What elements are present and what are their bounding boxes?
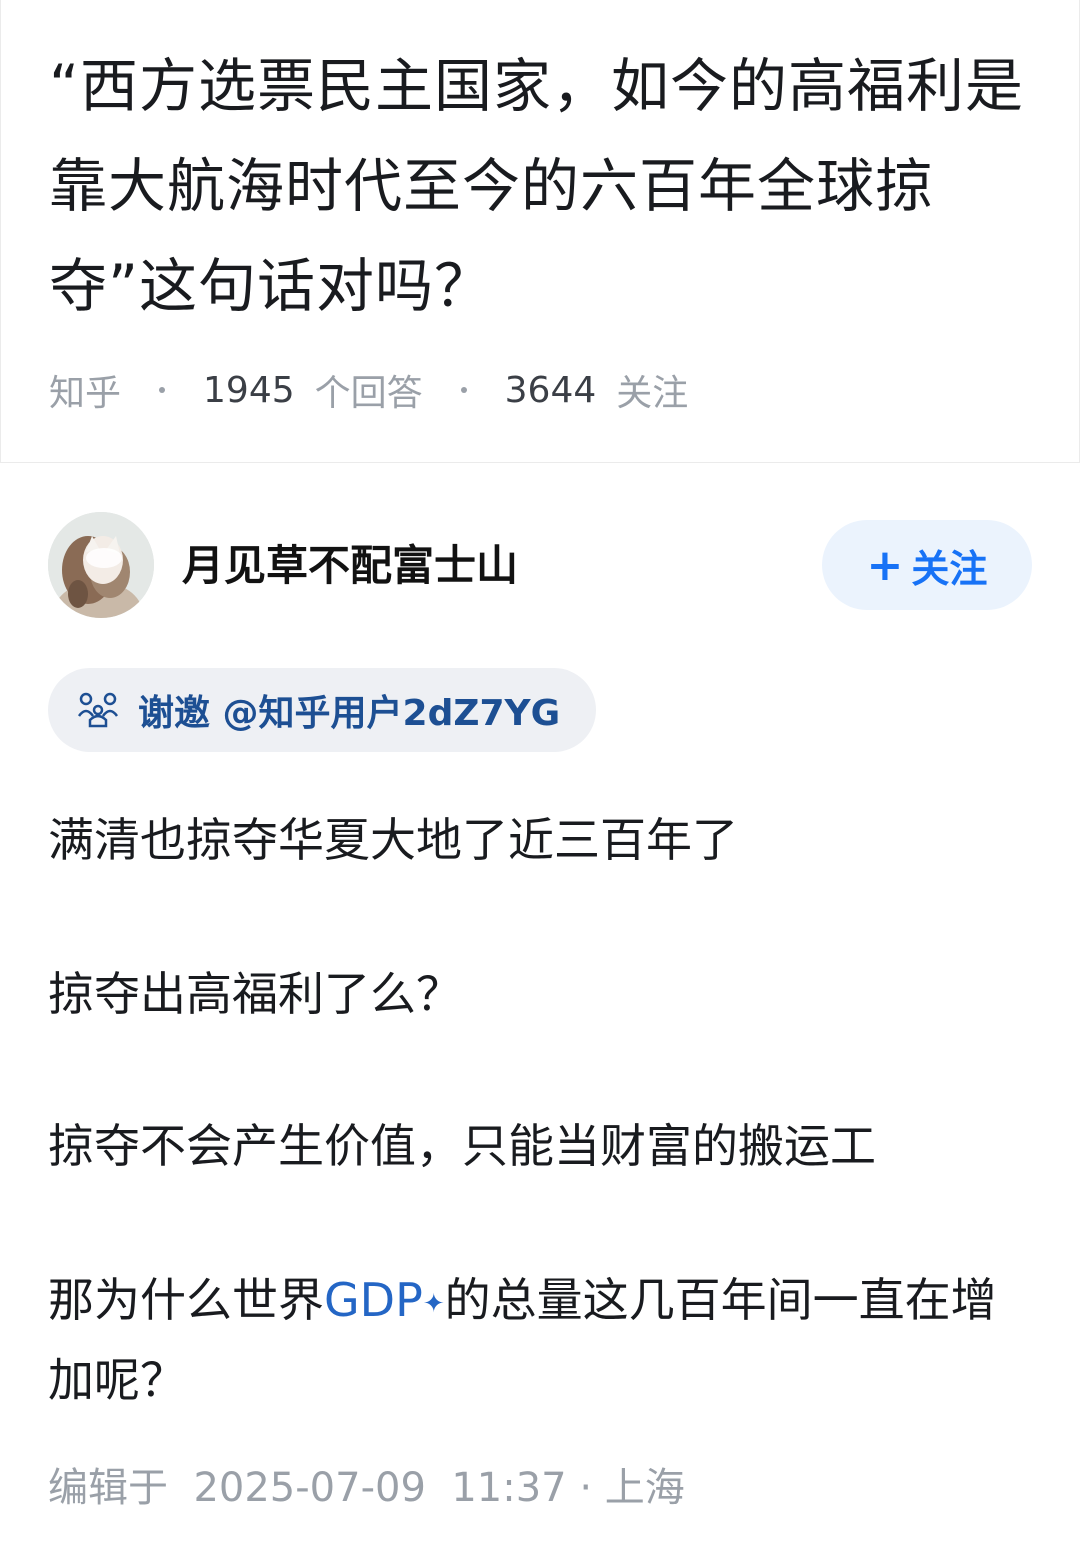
invite-chip[interactable]: 谢邀 @知乎用户2dZ7YG [48,668,597,752]
edit-date: 2025-07-09 [193,1465,426,1511]
answer-paragraph: 掠夺出高福利了么？ [48,967,462,1021]
answer-count: 1945 [203,369,295,411]
avatar-image [48,512,154,618]
answer-paragraph: 那为什么世界GDP✦的总量这几百年间一直在增加呢？ [48,1260,1032,1420]
follow-button[interactable]: + 关注 [822,520,1032,610]
edit-time: 11:37 [451,1465,567,1511]
plus-icon: + [866,539,904,591]
edit-location: 上海 [604,1465,685,1511]
answer-paragraph: 满清也掠夺华夏大地了近三百年了 [48,813,738,867]
separator-dot [159,387,166,393]
avatar[interactable] [48,512,154,618]
edit-label: 编辑于 [48,1465,168,1511]
sparkle-icon: ✦ [422,1289,445,1319]
follower-count: 3644 [504,369,597,411]
question-card: “西方选票民主国家，如今的高福利是靠大航海时代至今的六百年全球掠夺”这句话对吗？… [0,0,1080,463]
follow-button-label: 关注 [911,546,988,591]
answer-text: 那为什么世界 [48,1273,324,1327]
separator-dot [460,387,467,393]
author-row: 月见草不配富士山 + 关注 [48,512,1032,620]
question-title[interactable]: “西方选票民主国家，如今的高福利是靠大航海时代至今的六百年全球掠夺”这句话对吗？ [49,36,1029,336]
gdp-search-link[interactable]: GDP✦ [324,1273,445,1327]
answer-count-label: 个回答 [314,373,423,414]
follower-count-label: 关注 [616,373,689,414]
invite-thanks-icon [77,692,119,728]
author-name[interactable]: 月见草不配富士山 [182,540,518,592]
question-meta: 知乎 1945 个回答 3644 关注 [49,364,689,416]
edit-info: 编辑于 2025-07-09 11:37 · 上海 [48,1465,685,1511]
answer-paragraph: 掠夺不会产生价值，只能当财富的搬运工 [48,1119,876,1173]
source-label[interactable]: 知乎 [49,364,121,416]
invite-label: 谢邀 @知乎用户2dZ7YG [138,693,561,734]
gdp-link-text: GDP [324,1273,423,1327]
